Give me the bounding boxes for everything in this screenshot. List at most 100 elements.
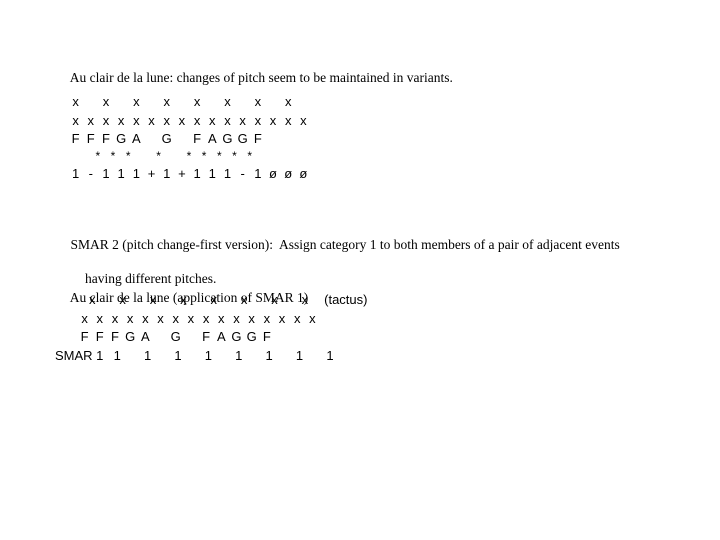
pulse-row-smar1: xxxxxxxxxxxxxxxx — [55, 310, 367, 328]
pitch-letter-2: F — [110, 329, 119, 344]
pulse-mark-13: x — [269, 113, 277, 128]
change-star-14 — [288, 148, 303, 164]
change-star-3: * — [125, 149, 131, 163]
pitch-letter-14 — [290, 328, 305, 346]
change-star-10: * — [232, 149, 237, 163]
category-symbol-1: - — [88, 166, 93, 181]
pitch-letter-4: A — [141, 329, 150, 344]
pitch-letter-7 — [174, 130, 189, 148]
pitch-letter-3: G — [125, 329, 136, 344]
pitch-letter-0: F — [80, 329, 89, 344]
pitch-letter-9: A — [216, 329, 226, 344]
tactus-mark-5 — [144, 92, 159, 112]
change-star-0 — [75, 148, 90, 164]
change-star-8: * — [201, 149, 207, 163]
smar-category-4: 1 — [235, 348, 243, 363]
notation-block-original: x x x x x x x x xxxxxxxxxxxxxxxx FFFGA G… — [68, 92, 318, 184]
change-star-9: * — [216, 149, 222, 163]
pulse-mark-6: x — [163, 113, 170, 128]
pitch-letter-12: F — [253, 131, 262, 146]
smar-category-0: 1 — [113, 348, 121, 363]
pulse-mark-14: x — [284, 113, 292, 128]
pitch-letter-7 — [183, 328, 198, 346]
category-symbol-3: 1 — [117, 166, 125, 181]
change-star-4 — [136, 148, 151, 164]
change-star-12 — [257, 148, 272, 164]
change-star-13 — [272, 148, 287, 164]
pulse-mark-2: x — [111, 311, 119, 326]
change-star-11: * — [247, 149, 252, 163]
tactus-mark-4: x — [133, 94, 140, 109]
category-symbol-8: 1 — [193, 166, 201, 181]
category-symbol-12: 1 — [254, 166, 262, 181]
change-star-15 — [303, 148, 318, 164]
pulse-mark-14: x — [293, 311, 301, 326]
pitch-letter-6: G — [170, 329, 181, 344]
pulse-mark-9: x — [218, 311, 225, 326]
smar-category-3: 1 — [204, 348, 212, 363]
pitch-letter-10: G — [222, 131, 233, 146]
category-symbol-10: 1 — [223, 166, 232, 181]
tactus-mark-5: x — [240, 292, 248, 307]
pulse-mark-5: x — [157, 311, 164, 326]
pitch-letter-6: G — [161, 131, 172, 146]
tactus-mark-1 — [83, 92, 98, 112]
pulse-mark-11: x — [239, 113, 246, 128]
smar-category-5: 1 — [265, 348, 273, 363]
pitch-letter-8: F — [193, 131, 202, 146]
pulse-mark-8: x — [202, 311, 210, 326]
category-symbol-6: 1 — [163, 166, 171, 181]
tactus-mark-2: x — [149, 292, 157, 307]
slide-canvas: Au clair de la lune: changes of pitch se… — [0, 0, 720, 540]
category-symbol-15: ø — [299, 166, 308, 181]
pitch-letter-15 — [296, 130, 311, 148]
pulse-mark-5: x — [148, 113, 155, 128]
category-symbol-13: ø — [269, 166, 277, 181]
pulse-mark-13: x — [278, 311, 286, 326]
tactus-mark-7 — [174, 92, 189, 112]
change-star-6 — [166, 148, 181, 164]
pitch-letter-14 — [281, 130, 296, 148]
pitch-row-smar1: FFFGA G FAGGF — [55, 328, 367, 346]
pitch-letter-10: G — [231, 329, 242, 344]
smar2-line-1: SMAR 2 (pitch change-first version): Ass… — [70, 237, 620, 252]
category-symbol-2: 1 — [102, 166, 110, 181]
tactus-mark-13 — [265, 92, 280, 112]
pitch-letter-4: A — [132, 131, 141, 146]
category-symbol-0: 1 — [71, 166, 80, 181]
pulse-mark-12: x — [254, 113, 262, 128]
tactus-mark-6: x — [271, 292, 278, 307]
smar-category-1: 1 — [143, 348, 152, 363]
tactus-row-smar1: x x x x x x x x (tactus) — [55, 290, 368, 310]
pulse-mark-3: x — [117, 113, 125, 128]
pulse-mark-10: x — [224, 113, 231, 128]
change-star-5: * — [156, 149, 161, 163]
pulse-mark-7: x — [187, 311, 195, 326]
pitch-letter-5 — [153, 328, 168, 346]
notation-block-smar1: x x x x x x x x (tactus) xxxxxxxxxxxxxxxx FFFGA … — [55, 290, 367, 366]
pitch-letter-2: F — [101, 131, 110, 146]
change-star-7: * — [186, 149, 192, 163]
tactus-mark-6: x — [163, 94, 170, 109]
pulse-mark-12: x — [263, 311, 271, 326]
pitch-letter-15 — [305, 328, 320, 346]
pitch-letter-3: G — [116, 131, 127, 146]
change-star-1: * — [95, 149, 101, 163]
pulse-mark-9: x — [209, 113, 216, 128]
tactus-mark-9 — [205, 92, 220, 112]
tactus-mark-14: x — [284, 94, 292, 109]
tactus-mark-10: x — [224, 94, 231, 109]
tactus-mark-1: x — [119, 292, 126, 307]
smar-category-7: 1 — [326, 348, 334, 363]
pulse-mark-10: x — [233, 311, 240, 326]
intro-line: Au clair de la lune: changes of pitch se… — [69, 70, 453, 85]
pulse-mark-1: x — [87, 113, 95, 128]
pulse-row-original: xxxxxxxxxxxxxxxx — [68, 112, 318, 130]
smar-row-label: SMAR 1 — [55, 348, 104, 363]
pulse-mark-8: x — [193, 113, 201, 128]
pitch-letter-5 — [144, 130, 159, 148]
tactus-mark-3: x — [180, 292, 187, 307]
pulse-mark-0: x — [81, 311, 88, 326]
smar-category-6: 1 — [295, 348, 304, 363]
tactus-mark-4: x — [210, 292, 218, 307]
